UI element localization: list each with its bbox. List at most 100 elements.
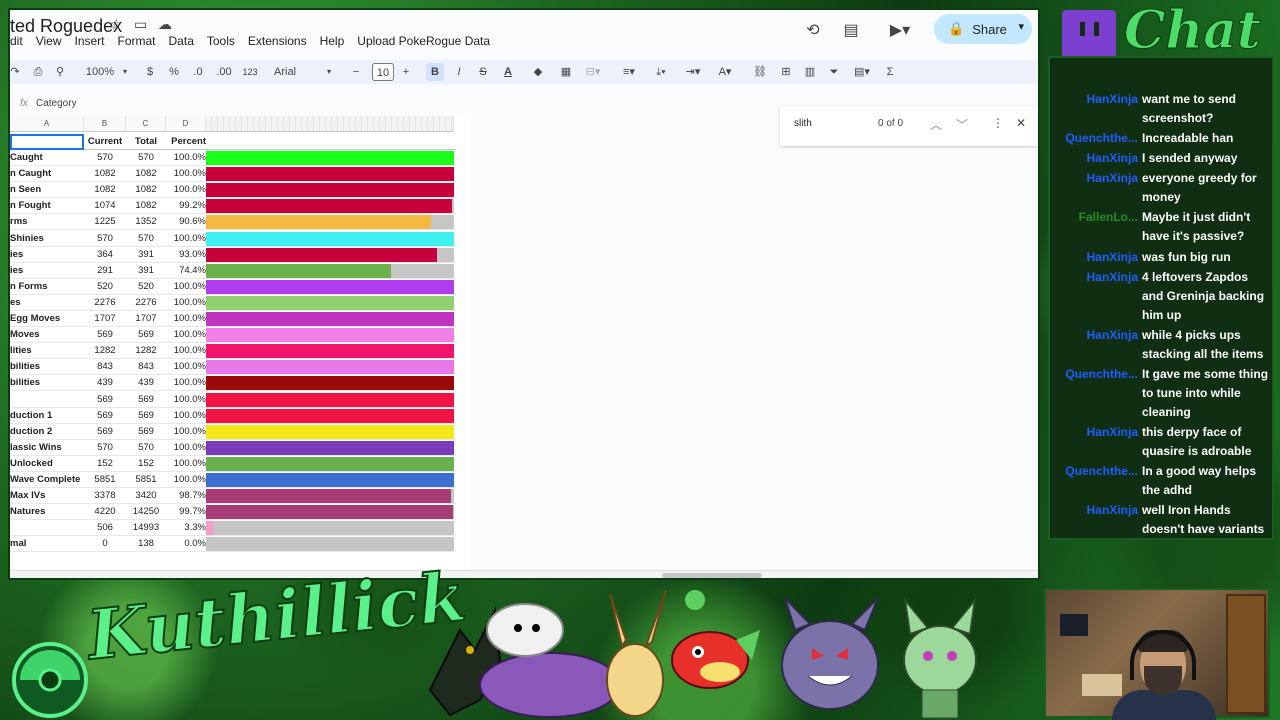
find-next-icon[interactable]: ﹀ (956, 116, 968, 133)
history-icon[interactable]: ⟲ (802, 20, 824, 42)
cell-category[interactable]: Wave Complete (10, 472, 84, 488)
percent-button[interactable]: % (166, 63, 182, 81)
more-vert-icon[interactable]: ⋮ (992, 116, 1004, 130)
cell-percent[interactable]: 100.0% (166, 279, 206, 295)
print-icon[interactable]: ⎙ (30, 63, 46, 81)
cell-category[interactable]: lities (10, 343, 84, 359)
text-rotate-icon[interactable]: A▾ (714, 63, 736, 81)
cell-current[interactable]: 1074 (84, 198, 126, 214)
cell-percent[interactable]: 100.0% (166, 424, 206, 440)
chat-username[interactable]: Quenchthe... (1056, 365, 1138, 384)
cell-category[interactable]: Egg Moves (10, 311, 84, 327)
cell-category[interactable]: rms (10, 214, 84, 230)
increase-decimals-button[interactable]: .00 (214, 63, 234, 81)
cell-total[interactable]: 569 (126, 424, 166, 440)
chat-username[interactable]: HanXinja (1056, 90, 1138, 109)
folder-icon[interactable]: ▭ (134, 16, 147, 33)
cell-current[interactable]: 569 (84, 327, 126, 343)
cell-current[interactable]: 0 (84, 536, 126, 552)
menu-item-8[interactable]: Upload PokeRogue Data (357, 34, 490, 48)
cell-percent[interactable]: 93.0% (166, 247, 206, 263)
cell-category[interactable]: Caught (10, 150, 84, 166)
insert-chart-icon[interactable]: ▥ (802, 63, 818, 81)
menu-item-3[interactable]: Format (118, 34, 156, 48)
zoom-caret-icon[interactable]: ▾ (120, 63, 130, 81)
paint-format-icon[interactable]: ⚲ (52, 63, 68, 81)
cell-percent[interactable]: 100.0% (166, 343, 206, 359)
cell-current[interactable]: 570 (84, 440, 126, 456)
cell-current[interactable]: 506 (84, 520, 126, 536)
cloud-icon[interactable]: ☁ (158, 16, 172, 33)
cell-percent[interactable]: 100.0% (166, 472, 206, 488)
currency-button[interactable]: $ (142, 63, 158, 81)
cell-category[interactable]: ies (10, 247, 84, 263)
cell-percent[interactable]: 100.0% (166, 311, 206, 327)
cell-category[interactable]: duction 1 (10, 408, 84, 424)
chat-username[interactable]: HanXinja (1056, 268, 1138, 287)
link-icon[interactable]: ⛓ (752, 63, 768, 81)
cell-category[interactable]: es (10, 295, 84, 311)
selected-cell[interactable] (10, 134, 84, 150)
cell-category[interactable]: n Forms (10, 279, 84, 295)
cell-category[interactable]: n Seen (10, 182, 84, 198)
cell-current[interactable]: 3378 (84, 488, 126, 504)
cell-current[interactable]: 4220 (84, 504, 126, 520)
cell-percent[interactable]: 100.0% (166, 295, 206, 311)
font-caret-icon[interactable]: ▾ (324, 63, 334, 81)
comment-icon[interactable]: ▤ (840, 20, 862, 42)
valign-icon[interactable]: ⤓▾ (650, 63, 672, 81)
cell-category[interactable]: lassic Wins (10, 440, 84, 456)
column-header-d[interactable]: D (166, 116, 206, 132)
video-icon[interactable]: ▶▾ (882, 20, 918, 42)
bold-button[interactable]: B (426, 63, 444, 81)
cell-current[interactable]: 1082 (84, 166, 126, 182)
cell-percent[interactable]: 90.6% (166, 214, 206, 230)
horizontal-scrollbar[interactable] (10, 570, 1038, 578)
cell-current[interactable]: 1082 (84, 182, 126, 198)
cell-current[interactable]: 2276 (84, 295, 126, 311)
insert-comment-icon[interactable]: ⊞ (778, 63, 794, 81)
cell-current[interactable]: 1282 (84, 343, 126, 359)
cell-percent[interactable]: 98.7% (166, 488, 206, 504)
cell-category[interactable]: Unlocked (10, 456, 84, 472)
header-percent[interactable]: Percent (166, 134, 206, 150)
cell-percent[interactable]: 99.7% (166, 504, 206, 520)
cell-category[interactable]: bilities (10, 375, 84, 391)
star-icon[interactable]: ☆ (110, 16, 123, 33)
share-caret-icon[interactable]: ▾ (1018, 20, 1024, 33)
cell-total[interactable]: 1082 (126, 198, 166, 214)
cell-total[interactable]: 570 (126, 150, 166, 166)
fill-color-icon[interactable]: ◆ (530, 63, 546, 81)
increase-font-icon[interactable]: + (400, 63, 412, 81)
cell-percent[interactable]: 0.0% (166, 536, 206, 552)
menu-item-2[interactable]: Insert (74, 34, 104, 48)
cell-percent[interactable]: 100.0% (166, 456, 206, 472)
cell-percent[interactable]: 100.0% (166, 231, 206, 247)
cell-percent[interactable]: 100.0% (166, 150, 206, 166)
cell-total[interactable]: 1707 (126, 311, 166, 327)
cell-total[interactable]: 14993 (126, 520, 166, 536)
scrollbar-thumb[interactable] (662, 573, 762, 578)
filter-views-icon[interactable]: ▤▾ (850, 63, 874, 81)
cell-current[interactable]: 439 (84, 375, 126, 391)
chat-username[interactable]: HanXinja (1056, 149, 1138, 168)
filter-icon[interactable]: ⏷ (826, 63, 842, 81)
chat-username[interactable]: HanXinja (1056, 326, 1138, 345)
menu-item-4[interactable]: Data (169, 34, 194, 48)
chat-username[interactable]: FallenLo... (1056, 208, 1138, 227)
decrease-font-icon[interactable]: − (350, 63, 362, 81)
cell-current[interactable]: 1707 (84, 311, 126, 327)
cell-total[interactable]: 391 (126, 247, 166, 263)
formula-input[interactable]: Category (36, 98, 77, 109)
cell-total[interactable]: 1082 (126, 166, 166, 182)
find-previous-icon[interactable]: ︿ (930, 116, 942, 133)
cell-total[interactable]: 1082 (126, 182, 166, 198)
cell-current[interactable]: 520 (84, 279, 126, 295)
chat-username[interactable]: HanXinja (1056, 501, 1138, 520)
cell-total[interactable]: 439 (126, 375, 166, 391)
chat-username[interactable]: HanXinja (1056, 248, 1138, 267)
cell-total[interactable]: 520 (126, 279, 166, 295)
redo-icon[interactable]: ↷ (10, 63, 20, 81)
cell-total[interactable]: 1352 (126, 214, 166, 230)
close-icon[interactable]: ✕ (1016, 116, 1026, 130)
